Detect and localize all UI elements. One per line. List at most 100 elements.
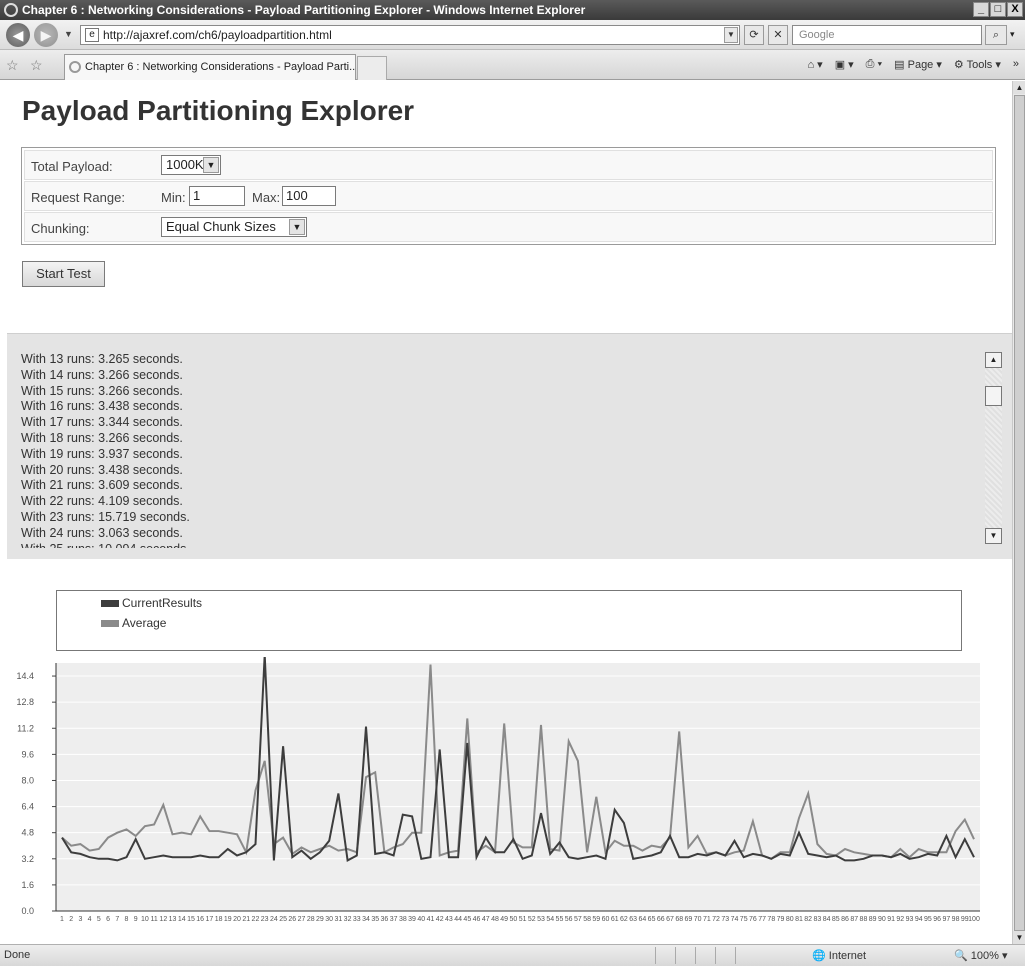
scroll-thumb[interactable] <box>985 386 1002 406</box>
log-line: With 18 runs: 3.266 seconds. <box>21 430 183 445</box>
home-icon[interactable]: ⌂ ▾ <box>807 58 822 71</box>
x-tick-label: 92 <box>896 916 904 923</box>
tools-menu[interactable]: ⚙ Tools ▾ <box>954 58 1001 71</box>
new-tab-button[interactable] <box>357 56 387 80</box>
window-titlebar: Chapter 6 : Networking Considerations - … <box>0 0 1025 20</box>
x-tick-label: 63 <box>629 916 637 923</box>
search-icon[interactable]: ⌕ <box>985 25 1007 45</box>
legend-swatch <box>101 599 119 607</box>
search-input[interactable]: Google <box>792 25 982 45</box>
results-log-panel: With 13 runs: 3.265 seconds. With 14 runs… <box>7 333 1012 559</box>
close-button[interactable]: X <box>1007 2 1023 17</box>
x-tick-label: 34 <box>362 916 370 923</box>
chunking-label: Chunking: <box>31 221 90 236</box>
page-viewport: Payload Partitioning Explorer Total Payl… <box>0 81 1012 944</box>
maximize-button[interactable]: □ <box>990 2 1006 17</box>
status-segment <box>715 947 733 964</box>
x-tick-label: 64 <box>638 916 646 923</box>
address-dropdown-button[interactable]: ▼ <box>724 27 738 43</box>
x-tick-label: 97 <box>942 916 950 923</box>
x-tick-label: 37 <box>390 916 398 923</box>
address-input[interactable]: e http://ajaxref.com/ch6/payloadpartitio… <box>80 25 740 45</box>
legend-item-average: Average <box>101 616 166 630</box>
zoom-label: 100% <box>970 950 999 962</box>
zoom-control[interactable]: 🔍 100% ▾ <box>954 949 1007 962</box>
x-tick-label: 15 <box>187 916 195 923</box>
feeds-icon[interactable]: ▣ ▾ <box>835 58 854 71</box>
x-tick-label: 10 <box>141 916 149 923</box>
request-range-row: Request Range: Min: 1 Max: 100 <box>24 181 993 211</box>
window-controls: _ □ X <box>973 2 1023 17</box>
x-tick-label: 73 <box>721 916 729 923</box>
x-tick-label: 100 <box>968 916 980 923</box>
x-tick-label: 72 <box>712 916 720 923</box>
status-bar: Done 🌐 Internet 🔍 100% ▾ <box>0 944 1025 966</box>
chevron-right-icon[interactable]: » <box>1013 58 1019 71</box>
recent-pages-dropdown-icon[interactable]: ▼ <box>64 29 73 39</box>
x-tick-label: 71 <box>703 916 711 923</box>
request-range-label: Request Range: <box>31 190 125 205</box>
x-tick-label: 4 <box>88 916 92 923</box>
page-scrollbar[interactable]: ▲ ▼ <box>1012 81 1025 944</box>
min-input[interactable]: 1 <box>189 186 245 206</box>
y-tick-label: 0.0 <box>21 906 34 916</box>
y-tick-label: 11.2 <box>17 723 34 733</box>
page-scroll-thumb[interactable] <box>1014 95 1025 931</box>
x-tick-label: 12 <box>159 916 167 923</box>
scroll-up-icon[interactable]: ▲ <box>1013 81 1025 94</box>
minimize-button[interactable]: _ <box>973 2 989 17</box>
x-tick-label: 48 <box>491 916 499 923</box>
x-tick-label: 31 <box>334 916 342 923</box>
x-tick-label: 60 <box>602 916 610 923</box>
x-tick-label: 69 <box>685 916 693 923</box>
forward-button[interactable]: ▶ <box>34 23 58 47</box>
scroll-up-icon[interactable]: ▲ <box>985 352 1002 368</box>
x-tick-label: 9 <box>134 916 138 923</box>
search-options-icon[interactable]: ▾ <box>1010 29 1015 40</box>
security-zone[interactable]: 🌐 Internet <box>812 949 866 962</box>
log-scrollbar[interactable]: ▲ ▼ <box>985 352 1002 544</box>
chunking-select[interactable]: Equal Chunk Sizes ▼ <box>161 217 307 237</box>
x-tick-label: 74 <box>731 916 739 923</box>
refresh-button[interactable]: ⟳ <box>744 25 764 45</box>
x-tick-label: 46 <box>473 916 481 923</box>
status-text: Done <box>4 949 31 961</box>
y-tick-label: 14.4 <box>16 671 34 681</box>
y-tick-label: 1.6 <box>21 880 34 890</box>
favorites-star-icon[interactable]: ☆ <box>6 57 19 74</box>
chevron-down-icon: ▼ <box>289 219 305 235</box>
start-test-button[interactable]: Start Test <box>22 261 105 287</box>
x-tick-label: 42 <box>436 916 444 923</box>
x-tick-label: 36 <box>381 916 389 923</box>
scroll-down-icon[interactable]: ▼ <box>985 528 1002 544</box>
scroll-down-icon[interactable]: ▼ <box>1013 931 1025 944</box>
x-tick-label: 33 <box>353 916 361 923</box>
page-menu[interactable]: ▤ Page ▾ <box>894 58 942 71</box>
stop-button[interactable]: ✕ <box>768 25 788 45</box>
x-tick-label: 17 <box>205 916 213 923</box>
status-segment <box>735 947 753 964</box>
back-button[interactable]: ◀ <box>6 23 30 47</box>
max-input[interactable]: 100 <box>282 186 336 206</box>
x-tick-label: 86 <box>841 916 849 923</box>
print-icon[interactable]: ⎙ ▾ <box>866 58 882 71</box>
legend-swatch <box>101 619 119 627</box>
x-tick-label: 81 <box>795 916 803 923</box>
tab-active[interactable]: Chapter 6 : Networking Considerations - … <box>64 54 356 80</box>
chunking-row: Chunking: Equal Chunk Sizes ▼ <box>24 212 993 242</box>
results-log: With 13 runs: 3.265 seconds. With 14 runs… <box>21 352 190 548</box>
x-tick-label: 44 <box>454 916 462 923</box>
x-tick-label: 66 <box>657 916 665 923</box>
x-tick-label: 35 <box>371 916 379 923</box>
y-tick-label: 9.6 <box>21 749 34 759</box>
x-tick-label: 57 <box>574 916 582 923</box>
x-tick-label: 79 <box>777 916 785 923</box>
add-favorites-icon[interactable]: ☆ <box>30 57 43 74</box>
log-line: With 22 runs: 4.109 seconds. <box>21 494 183 509</box>
address-toolbar: ◀ ▶ ▼ e http://ajaxref.com/ch6/payloadpa… <box>0 20 1025 50</box>
x-tick-label: 95 <box>924 916 932 923</box>
x-tick-label: 13 <box>169 916 177 923</box>
zone-label: Internet <box>828 950 867 962</box>
x-tick-label: 6 <box>106 916 110 923</box>
total-payload-select[interactable]: 1000K ▼ <box>161 155 221 175</box>
